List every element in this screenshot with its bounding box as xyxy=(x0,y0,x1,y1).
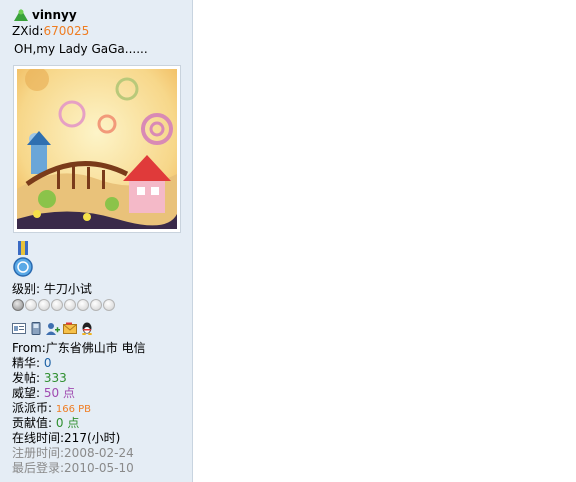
contribution-label: 贡献值: xyxy=(12,416,53,430)
star-empty-icon xyxy=(25,299,37,311)
username-row[interactable]: vinnyy xyxy=(14,8,77,22)
level-label: 级别: xyxy=(12,282,41,296)
from: From:广东省佛山市 电信 xyxy=(12,341,146,355)
profile-card-icon[interactable] xyxy=(12,322,26,335)
zxid: ZXid:670025 xyxy=(12,24,89,38)
currency-value: 166 PB xyxy=(55,404,92,415)
star-empty-icon xyxy=(103,299,115,311)
user-online-icon xyxy=(14,9,28,21)
digest-label: 精华: xyxy=(12,356,41,370)
star-filled-icon xyxy=(12,299,24,311)
phone-icon[interactable] xyxy=(29,322,43,335)
avatar[interactable] xyxy=(13,65,181,233)
avatar-illustration xyxy=(17,67,177,229)
online-time: 在线时间:217(小时) xyxy=(12,431,121,445)
contribution: 贡献值: 0 点 xyxy=(12,416,79,430)
post-value: 333 xyxy=(43,371,67,385)
post-count: 发帖: 333 xyxy=(12,371,67,385)
from-label: From: xyxy=(12,341,46,355)
currency: 派派币: 166 PB xyxy=(12,401,91,417)
message-icon[interactable] xyxy=(63,322,77,335)
last-login: 最后登录:2010-05-10 xyxy=(12,461,134,475)
add-friend-icon[interactable] xyxy=(46,322,60,335)
contribution-value: 0 点 xyxy=(55,416,80,430)
star-empty-icon xyxy=(77,299,89,311)
star-empty-icon xyxy=(38,299,50,311)
prestige: 威望: 50 点 xyxy=(12,386,75,400)
user-action-icons xyxy=(12,322,94,335)
qq-icon[interactable] xyxy=(80,322,94,335)
star-empty-icon xyxy=(51,299,63,311)
level-stars xyxy=(12,299,115,311)
digest-count: 精华: 0 xyxy=(12,356,52,370)
prestige-value: 50 点 xyxy=(43,386,75,400)
level: 级别: 牛刀小试 xyxy=(12,282,92,296)
prestige-label: 威望: xyxy=(12,386,41,400)
star-empty-icon xyxy=(64,299,76,311)
currency-label: 派派币: xyxy=(12,401,53,415)
username[interactable]: vinnyy xyxy=(32,8,77,22)
signature: OH,my Lady GaGa...... xyxy=(14,42,148,56)
user-info-panel: vinnyy ZXid:670025 OH,my Lady GaGa...... xyxy=(0,0,193,482)
register-date: 注册时间:2008-02-24 xyxy=(12,446,134,460)
star-empty-icon xyxy=(90,299,102,311)
medal-icon[interactable] xyxy=(13,241,33,279)
zxid-value: 670025 xyxy=(43,24,90,38)
post-label: 发帖: xyxy=(12,371,41,385)
digest-value: 0 xyxy=(43,356,52,370)
zxid-label: ZXid: xyxy=(12,24,44,38)
level-value: 牛刀小试 xyxy=(43,282,92,296)
from-value: 广东省佛山市 电信 xyxy=(45,341,146,355)
